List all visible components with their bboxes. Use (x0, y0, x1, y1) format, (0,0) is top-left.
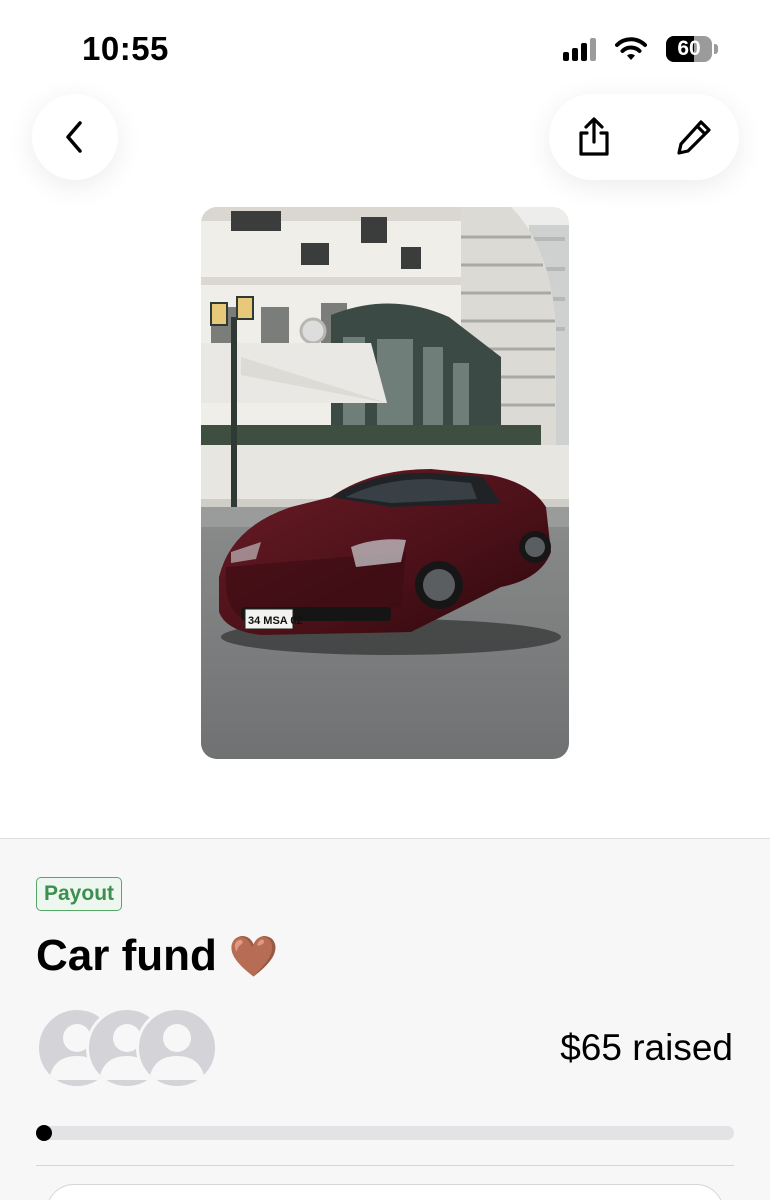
partial-card[interactable] (46, 1184, 724, 1200)
actions-pill (549, 94, 739, 180)
brown-heart-emoji: 🤎 (228, 933, 279, 980)
fund-progress-fill (36, 1125, 52, 1141)
battery-icon: 60 (666, 36, 718, 62)
amount-raised: $65 raised (560, 1027, 733, 1068)
status-icons: 60 (563, 36, 718, 62)
battery-percentage: 60 (677, 37, 701, 60)
back-button[interactable] (32, 94, 118, 180)
fund-title: Car fund 🤎 (36, 931, 279, 981)
fund-title-text: Car fund (36, 931, 217, 980)
fund-summary-sheet: Payout Car fund 🤎 $65 raised (0, 838, 770, 1200)
share-icon (579, 117, 609, 156)
fund-progress-bar (36, 1125, 734, 1141)
share-button[interactable] (569, 112, 619, 162)
payout-badge: Payout (36, 877, 123, 911)
divider (36, 1165, 734, 1166)
fund-detail-screen: 10:55 60 34 MSA 02 Payout Car fund 🤎 $65… (0, 0, 770, 1200)
edit-button[interactable] (669, 112, 719, 162)
avatar (136, 1007, 218, 1089)
status-time: 10:55 (82, 30, 169, 67)
contributor-avatars[interactable] (36, 1007, 226, 1089)
svg-text:34 MSA 02: 34 MSA 02 (248, 615, 303, 627)
wifi-icon (615, 37, 647, 60)
chevron-left-icon (66, 121, 82, 153)
cellular-signal-icon (563, 37, 596, 61)
fund-cover-image: 34 MSA 02 (201, 207, 569, 759)
person-icon (149, 1024, 205, 1080)
pencil-icon (677, 120, 711, 155)
